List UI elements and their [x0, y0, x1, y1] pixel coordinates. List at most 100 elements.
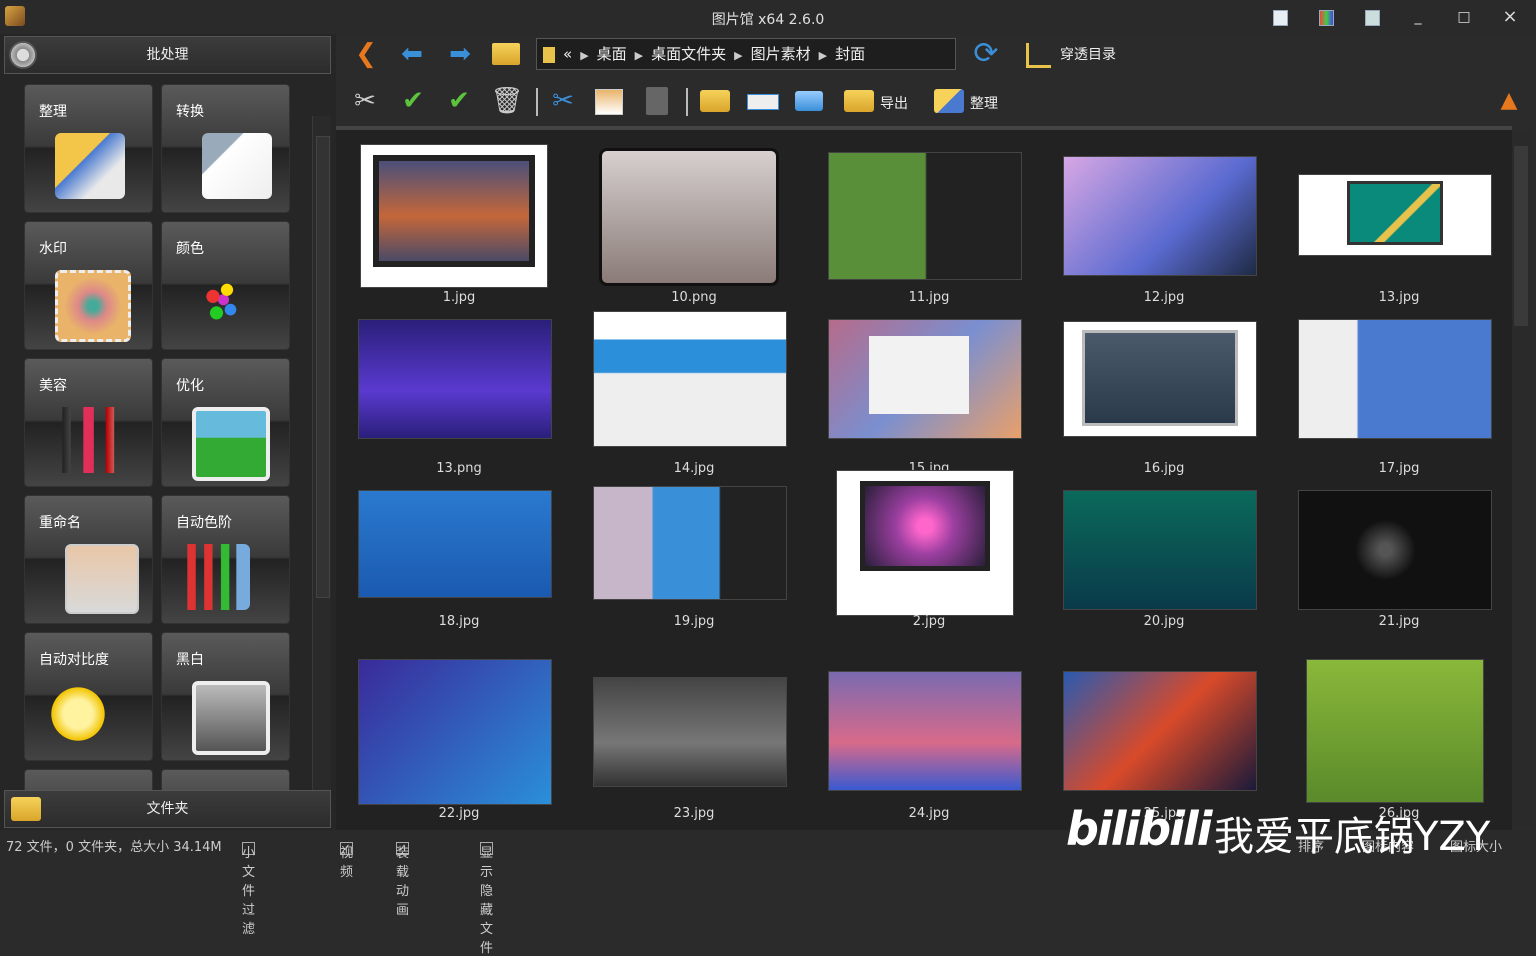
file-name: 17.jpg [1378, 461, 1420, 476]
title-bar: 图片馆 x64 2.6.0 _ □ × [0, 0, 1536, 34]
file-thumbnail[interactable]: 22.jpg [344, 651, 574, 821]
organize-label[interactable]: 整理 [970, 93, 998, 113]
file-thumbnail[interactable]: 15.jpg [814, 309, 1044, 479]
export-label[interactable]: 导出 [880, 93, 908, 113]
file-thumbnail[interactable]: 12.jpg [1049, 138, 1279, 308]
file-thumbnail[interactable]: 19.jpg [579, 480, 809, 650]
paste-icon[interactable] [640, 84, 674, 118]
folder-header[interactable]: 文件夹 [4, 790, 331, 828]
maximize-button[interactable]: □ [1451, 6, 1477, 28]
stamp-icon [55, 270, 131, 342]
close-button[interactable]: × [1497, 6, 1523, 28]
thumbnail-image [828, 152, 1022, 280]
batch-header[interactable]: 批处理 [4, 36, 331, 74]
file-thumbnail[interactable]: 18.jpg [344, 480, 574, 650]
tile-auto-contrast[interactable]: 自动对比度 [24, 632, 153, 761]
breadcrumb-item[interactable]: 桌面 [597, 45, 627, 63]
file-name: 13.png [436, 461, 482, 476]
file-thumbnail[interactable]: 13.png [344, 309, 574, 479]
file-thumbnail[interactable]: 14.jpg [579, 309, 809, 479]
skin-icon[interactable] [1319, 10, 1334, 26]
tile-color[interactable]: 颜色 [161, 221, 290, 350]
file-thumbnail[interactable]: 23.jpg [579, 651, 809, 821]
folder-icon [543, 46, 555, 63]
breadcrumb-item[interactable]: 图片素材 [751, 45, 811, 63]
toolbar: ✂ ✔ ✔ 🗑 ✂ 导出 整理 ▲ [336, 76, 1536, 124]
thumbnail-image [358, 659, 552, 805]
file-thumbnail[interactable]: 2.jpg [814, 470, 1044, 650]
cut-icon[interactable]: ✂ [546, 84, 580, 118]
tile-beauty[interactable]: 美容 [24, 358, 153, 487]
grid-scrollbar[interactable] [1512, 130, 1532, 826]
open-folder-icon[interactable] [490, 40, 522, 68]
thumbnail-image [593, 677, 787, 787]
thumbnail-image [1306, 659, 1484, 803]
breadcrumb-item[interactable]: 桌面文件夹 [651, 45, 726, 63]
folder-tree-icon[interactable] [1022, 40, 1054, 68]
file-thumbnail[interactable]: 20.jpg [1049, 480, 1279, 650]
prev-arrow-icon[interactable]: ⬅ [396, 40, 428, 68]
print-icon[interactable] [792, 84, 826, 118]
thumbnail-image [1063, 321, 1257, 437]
file-thumbnail[interactable]: 21.jpg [1284, 480, 1512, 650]
window-title: 图片馆 x64 2.6.0 [711, 12, 825, 28]
tile-auto-levels[interactable]: 自动色阶 [161, 495, 290, 624]
convert-icon [202, 133, 272, 199]
breadcrumb-item[interactable]: 封面 [835, 45, 865, 63]
file-thumbnail[interactable]: 16.jpg [1049, 309, 1279, 479]
batch-header-label: 批处理 [146, 47, 189, 63]
toolbar-separator [536, 88, 538, 116]
file-thumbnail[interactable]: 17.jpg [1284, 309, 1512, 479]
new-folder-icon[interactable] [698, 84, 732, 118]
layout-icon[interactable] [1273, 10, 1288, 26]
watermark-text: 我爱平底锅YZY [1214, 814, 1491, 860]
tile-watermark[interactable]: 水印 [24, 221, 153, 350]
tile-optimize[interactable]: 优化 [161, 358, 290, 487]
file-name: 16.jpg [1143, 461, 1185, 476]
file-thumbnail[interactable]: 10.png [579, 138, 809, 308]
toolbar-separator [686, 88, 688, 116]
thumbnail-image [360, 144, 548, 288]
tile-label: 自动色阶 [176, 515, 232, 531]
file-name: 22.jpg [438, 806, 480, 821]
address-bar[interactable]: «▶ 桌面 ▶ 桌面文件夹 ▶ 图片素材 ▶ 封面 [536, 38, 956, 70]
thumbnail-image [1063, 156, 1257, 276]
thumbnail-image [358, 490, 552, 598]
minimize-button[interactable]: _ [1405, 6, 1431, 28]
refresh-icon[interactable]: ⟳ [970, 39, 1002, 69]
back-arrow-icon[interactable]: ❮ [350, 40, 382, 68]
left-scrollbar[interactable] [312, 116, 331, 822]
rename-field-icon[interactable] [746, 84, 780, 118]
tools-icon[interactable]: ✂ [348, 84, 382, 118]
file-name: 21.jpg [1378, 614, 1420, 629]
check-icon[interactable]: ✔ [396, 84, 430, 118]
thumbnail-image [358, 319, 552, 439]
tile-label: 整理 [39, 104, 67, 120]
breadcrumb-prefix: « [563, 45, 573, 63]
scroll-thumb[interactable] [1514, 146, 1528, 326]
thumbnail-image [1298, 319, 1492, 439]
tile-black-white[interactable]: 黑白 [161, 632, 290, 761]
tile-convert[interactable]: 转换 [161, 84, 290, 213]
scroll-thumb[interactable] [316, 136, 330, 598]
collapse-up-icon[interactable]: ▲ [1492, 84, 1526, 118]
file-name: 14.jpg [673, 461, 715, 476]
next-arrow-icon[interactable]: ➡ [444, 40, 476, 68]
file-thumbnail[interactable]: 1.jpg [344, 138, 574, 308]
trash-icon[interactable]: 🗑 [490, 84, 524, 118]
left-panel: 批处理 整理 转换 水印 颜色 美容 优化 重命名 自动色阶 自动对比度 黑白 … [0, 34, 336, 830]
monitor-icon[interactable] [1365, 10, 1380, 26]
copy-icon[interactable] [592, 84, 626, 118]
thumbnail-grid: 1.jpg 10.png 11.jpg 12.jpg 13.jpg 13.png… [336, 126, 1512, 830]
organize-icon[interactable] [932, 84, 966, 118]
tile-organize[interactable]: 整理 [24, 84, 153, 213]
thumbnail-image [1298, 174, 1492, 256]
export-icon[interactable] [842, 84, 876, 118]
tile-rename[interactable]: 重命名 [24, 495, 153, 624]
rename-icon [65, 544, 139, 614]
penetrate-dir-label[interactable]: 穿透目录 [1060, 44, 1116, 64]
file-thumbnail[interactable]: 11.jpg [814, 138, 1044, 308]
file-thumbnail[interactable]: 24.jpg [814, 651, 1044, 821]
file-thumbnail[interactable]: 13.jpg [1284, 138, 1512, 308]
check-all-icon[interactable]: ✔ [442, 84, 476, 118]
